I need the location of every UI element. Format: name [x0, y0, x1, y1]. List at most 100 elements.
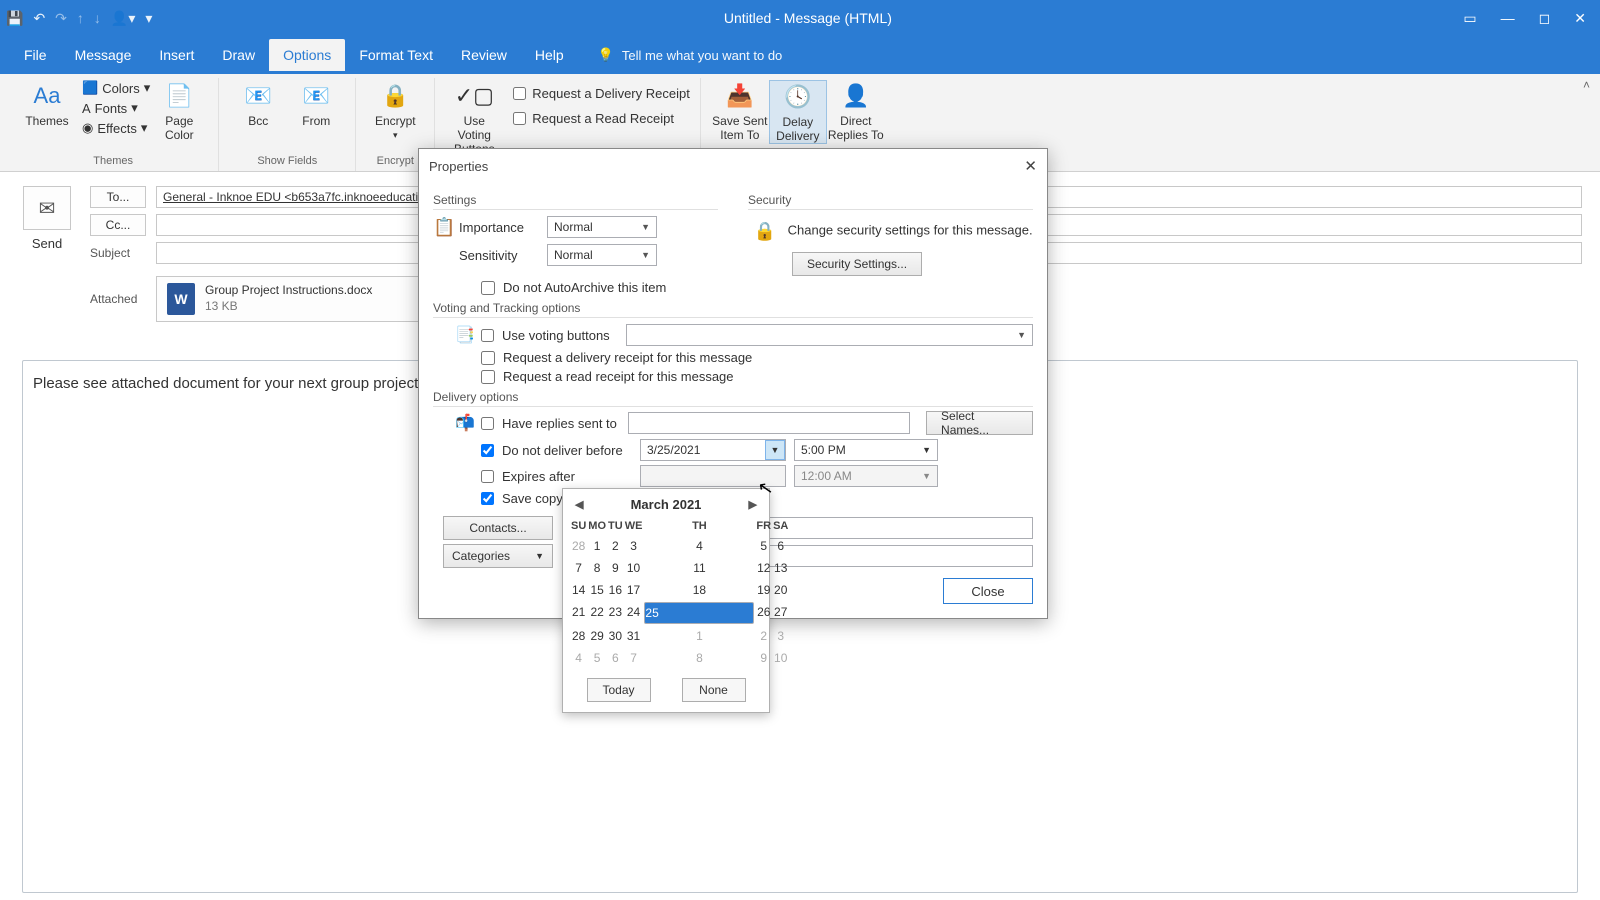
maximize-icon[interactable]: ◻	[1539, 10, 1551, 27]
read-receipt-check[interactable]: Request a Read Receipt	[513, 111, 690, 126]
calendar-day[interactable]: 8	[588, 558, 606, 578]
use-voting-check[interactable]	[481, 329, 494, 342]
calendar-day[interactable]: 21	[571, 602, 586, 624]
security-settings-button[interactable]: Security Settings...	[792, 252, 922, 276]
close-button[interactable]: Close	[943, 578, 1033, 604]
calendar-day[interactable]: 7	[571, 558, 586, 578]
calendar-day[interactable]: 28	[571, 536, 586, 556]
minimize-icon[interactable]: —	[1501, 10, 1515, 27]
calendar-day[interactable]: 1	[588, 536, 606, 556]
bcc-button[interactable]: 📧Bcc	[229, 80, 287, 128]
calendar-day[interactable]: 17	[625, 580, 643, 600]
calendar-day[interactable]: 2	[608, 536, 623, 556]
calendar-day[interactable]: 19	[756, 580, 771, 600]
calendar-day[interactable]: 2	[756, 626, 771, 646]
date-dropdown-button[interactable]: ▼	[765, 440, 785, 460]
delivery-receipt-check[interactable]: Request a Delivery Receipt	[513, 86, 690, 101]
tab-review[interactable]: Review	[447, 39, 521, 71]
calendar-day[interactable]: 9	[608, 558, 623, 578]
calendar-day[interactable]: 1	[644, 626, 754, 646]
dialog-close-icon[interactable]: ✕	[1024, 157, 1037, 175]
qat-more-icon[interactable]: ▾	[145, 10, 152, 27]
contacts-button[interactable]: Contacts...	[443, 516, 553, 540]
collapse-ribbon-icon[interactable]: ˄	[1583, 78, 1590, 92]
calendar-day[interactable]: 16	[608, 580, 623, 600]
undo-icon[interactable]: ↶	[33, 10, 45, 27]
next-month-icon[interactable]: ▶	[749, 498, 757, 511]
select-names-button[interactable]: Select Names...	[926, 411, 1033, 435]
voting-buttons-button[interactable]: ✓▢Use Voting Buttons	[445, 80, 503, 156]
redo-icon[interactable]: ↷	[55, 10, 67, 27]
effects-button[interactable]: ◉Effects ▾	[82, 120, 150, 136]
none-button[interactable]: None	[682, 678, 746, 702]
tab-options[interactable]: Options	[269, 39, 345, 71]
calendar-day[interactable]: 25	[644, 602, 754, 624]
from-button[interactable]: 📧From	[287, 80, 345, 128]
calendar-day[interactable]: 20	[773, 580, 788, 600]
expires-check[interactable]	[481, 470, 494, 483]
calendar-day[interactable]: 7	[625, 648, 643, 668]
calendar-day[interactable]: 15	[588, 580, 606, 600]
close-window-icon[interactable]: ✕	[1574, 10, 1586, 27]
calendar-day[interactable]: 30	[608, 626, 623, 646]
send-button[interactable]: ✉	[23, 186, 71, 230]
calendar-day[interactable]: 26	[756, 602, 771, 624]
calendar-day[interactable]: 10	[773, 648, 788, 668]
calendar-day[interactable]: 31	[625, 626, 643, 646]
calendar-day[interactable]: 27	[773, 602, 788, 624]
tab-draw[interactable]: Draw	[208, 39, 269, 71]
categories-button[interactable]: Categories▼	[443, 544, 553, 568]
calendar-day[interactable]: 24	[625, 602, 643, 624]
page-color-button[interactable]: 📄 Page Color	[150, 80, 208, 142]
calendar-day[interactable]: 6	[773, 536, 788, 556]
have-replies-check[interactable]	[481, 417, 494, 430]
calendar-day[interactable]: 9	[756, 648, 771, 668]
calendar-day[interactable]: 13	[773, 558, 788, 578]
voting-buttons-select[interactable]: ▼	[626, 324, 1033, 346]
calendar-day[interactable]: 12	[756, 558, 771, 578]
deliver-time-field[interactable]: 5:00 PM▼	[794, 439, 938, 461]
save-copy-check[interactable]	[481, 492, 494, 505]
req-delivery-check[interactable]	[481, 351, 495, 365]
tab-file[interactable]: File	[10, 39, 61, 71]
calendar-day[interactable]: 29	[588, 626, 606, 646]
req-read-check[interactable]	[481, 370, 495, 384]
user-icon[interactable]: 👤▾	[111, 10, 135, 27]
tab-help[interactable]: Help	[521, 39, 578, 71]
delay-delivery-button[interactable]: 🕓Delay Delivery	[769, 80, 827, 144]
save-icon[interactable]: 💾	[6, 10, 23, 27]
calendar-day[interactable]: 10	[625, 558, 643, 578]
save-sent-button[interactable]: 📥Save Sent Item To	[711, 80, 769, 144]
prev-month-icon[interactable]: ◀	[575, 498, 583, 511]
calendar-day[interactable]: 6	[608, 648, 623, 668]
expires-time-field[interactable]: 12:00 AM▼	[794, 465, 938, 487]
importance-select[interactable]: Normal▼	[547, 216, 657, 238]
tab-insert[interactable]: Insert	[145, 39, 208, 71]
expires-date-field[interactable]	[640, 465, 786, 487]
today-button[interactable]: Today	[587, 678, 651, 702]
no-deliver-check[interactable]	[481, 444, 494, 457]
themes-button[interactable]: Aa Themes	[18, 80, 76, 142]
autoarchive-check[interactable]	[481, 281, 495, 295]
deliver-date-field[interactable]: 3/25/2021 ▼	[640, 439, 786, 461]
calendar-day[interactable]: 28	[571, 626, 586, 646]
tab-message[interactable]: Message	[61, 39, 146, 71]
fonts-button[interactable]: AFonts ▾	[82, 100, 150, 116]
calendar-day[interactable]: 5	[756, 536, 771, 556]
ribbon-display-icon[interactable]: ▭	[1463, 10, 1476, 27]
sensitivity-select[interactable]: Normal▼	[547, 244, 657, 266]
calendar-day[interactable]: 14	[571, 580, 586, 600]
replies-to-field[interactable]	[628, 412, 910, 434]
calendar-day[interactable]: 4	[644, 536, 754, 556]
calendar-day[interactable]: 22	[588, 602, 606, 624]
calendar-day[interactable]: 4	[571, 648, 586, 668]
to-button[interactable]: To...	[90, 186, 146, 208]
calendar-day[interactable]: 11	[644, 558, 754, 578]
calendar-day[interactable]: 23	[608, 602, 623, 624]
calendar-day[interactable]: 3	[773, 626, 788, 646]
colors-button[interactable]: 🟦Colors ▾	[82, 80, 150, 96]
encrypt-button[interactable]: 🔒Encrypt▾	[366, 80, 424, 141]
calendar-day[interactable]: 3	[625, 536, 643, 556]
tab-format-text[interactable]: Format Text	[345, 39, 447, 71]
calendar-day[interactable]: 5	[588, 648, 606, 668]
